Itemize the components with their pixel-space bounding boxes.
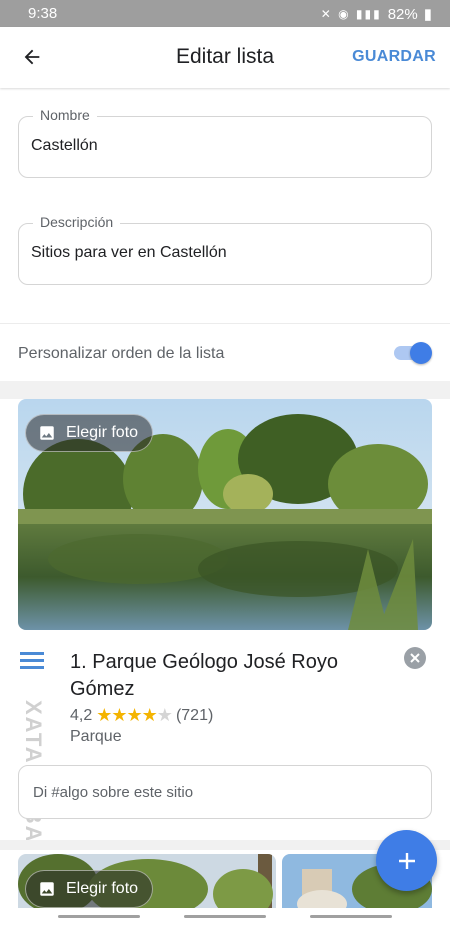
star-empty: ★ [156, 705, 173, 725]
back-button[interactable] [14, 39, 50, 75]
place-title[interactable]: 1. Parque Geólogo José Royo Gómez [70, 649, 390, 703]
image-icon [40, 426, 54, 440]
remove-place-button[interactable] [404, 647, 426, 669]
next-place-photo: Elegir foto [18, 854, 276, 910]
section-divider [0, 381, 450, 399]
place-note-input[interactable]: Di #algo sobre este sitio [18, 765, 432, 819]
close-icon [410, 653, 420, 663]
choose-photo-label: Elegir foto [66, 424, 139, 441]
place-rating: 4,2 ★★★★★ (721) [70, 705, 213, 726]
nav-back-button[interactable] [310, 915, 392, 918]
toggle-thumb [410, 342, 432, 364]
reorder-setting-row: Personalizar orden de la lista [0, 323, 450, 381]
save-button[interactable]: GUARDAR [352, 48, 436, 66]
nav-recent-button[interactable] [58, 915, 140, 918]
choose-photo-label-2: Elegir foto [66, 880, 139, 897]
battery-level: 82% [387, 5, 418, 23]
name-field-value: Castellón [31, 137, 98, 154]
name-field[interactable]: Nombre Castellón [18, 107, 432, 178]
image-icon [40, 882, 54, 896]
choose-photo-button-2[interactable]: Elegir foto [25, 870, 154, 908]
description-field-label: Descripción [33, 214, 121, 230]
place-list-item: 1. Parque Geólogo José Royo Gómez 4,2 ★★… [0, 640, 450, 760]
add-place-button[interactable] [376, 830, 437, 891]
status-time: 9:38 [28, 5, 58, 22]
note-placeholder: Di #algo sobre este sitio [33, 784, 194, 801]
app-bar: Editar lista GUARDAR [0, 27, 450, 88]
choose-photo-button[interactable]: Elegir foto [25, 414, 154, 452]
drag-handle-icon[interactable] [20, 650, 44, 672]
description-field[interactable]: Descripción Sitios para ver en Castellón [18, 214, 432, 285]
status-bar: 9:38 ✕ ◉ ▮▮▮ 82% ▮ [0, 0, 450, 27]
place-type: Parque [70, 728, 122, 745]
reorder-toggle[interactable] [394, 342, 432, 364]
arrow-back-icon [24, 49, 40, 65]
name-field-label: Nombre [33, 107, 97, 123]
signal-icons: ✕ ◉ ▮▮▮ [320, 7, 382, 21]
battery-icon: ▮ [423, 6, 432, 23]
status-icons-group: ✕ ◉ ▮▮▮ 82% ▮ [320, 5, 432, 24]
review-count: (721) [175, 706, 214, 724]
nav-home-button[interactable] [184, 915, 266, 918]
plus-icon [398, 852, 415, 869]
stars-filled: ★★★★ [96, 705, 158, 725]
rating-value: 4,2 [70, 706, 93, 724]
reorder-label: Personalizar orden de la lista [18, 345, 225, 362]
place-photo: Elegir foto [18, 399, 432, 630]
star-rating-icons: ★★★★★ [96, 705, 173, 726]
description-field-value: Sitios para ver en Castellón [31, 244, 227, 261]
system-nav-bar [0, 908, 450, 925]
